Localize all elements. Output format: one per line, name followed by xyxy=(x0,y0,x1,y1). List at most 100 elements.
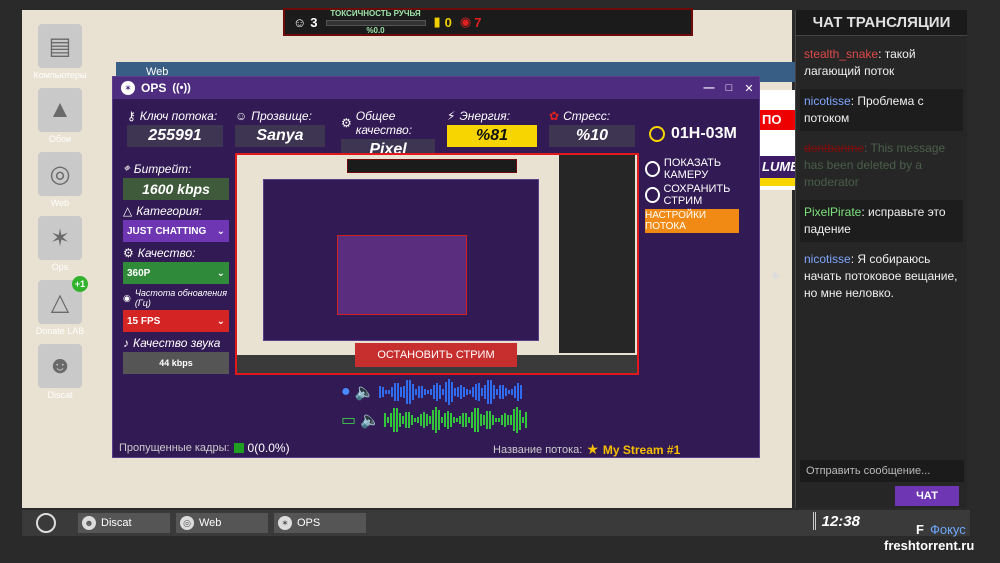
chat-nick[interactable]: nicotisse xyxy=(804,94,851,108)
video-quality-dropdown[interactable]: 360P ⌄ xyxy=(123,262,229,284)
chat-nick[interactable]: stealth_snake xyxy=(804,47,878,61)
chat-send-button[interactable]: ЧАТ xyxy=(895,486,959,506)
wave-bar xyxy=(507,415,510,425)
notification-badge: +1 xyxy=(72,276,88,292)
clock-divider-icon xyxy=(810,512,816,530)
stream-name: Название потока: ★ My Stream #1 xyxy=(493,441,680,458)
wave-bar xyxy=(387,416,390,424)
fps-dropdown[interactable]: 15 FPS ⌄ xyxy=(123,310,229,332)
preview-nested-hud xyxy=(347,159,517,173)
wave-bar xyxy=(390,386,393,398)
wallpaper-icon: ▲ xyxy=(38,88,82,132)
wave-bar xyxy=(453,416,456,424)
energy-label: Энергия: xyxy=(459,109,511,123)
save-stream-label: СОХРАНИТЬ СТРИМ xyxy=(663,183,731,207)
nickname-value: Sanya xyxy=(235,125,325,147)
wave-bar xyxy=(492,384,495,400)
save-stream-option[interactable]: СОХРАНИТЬ СТРИМ xyxy=(645,183,759,207)
taskbar: ☻ Discat ◎ Web ✶ OPS 12:38 xyxy=(22,510,970,536)
ops-title: OPS xyxy=(141,81,167,95)
monitor-icon: ▭ xyxy=(341,412,357,429)
chat-nick[interactable]: PixelPirate xyxy=(804,205,861,219)
bitrate-value: 1600 kbps xyxy=(123,178,229,200)
ops-titlebar[interactable]: ✶ OPS ((•)) — □ ✕ xyxy=(113,77,759,99)
stream-settings-button[interactable]: НАСТРОЙКИ ПОТОКА xyxy=(645,209,739,233)
wave-bar xyxy=(441,389,444,395)
wave-bar xyxy=(420,385,423,399)
desktop-icon-web[interactable]: ◎ Web xyxy=(32,148,88,210)
desktop-icon-computers[interactable]: ▤ Компьютеры xyxy=(32,20,88,82)
chat-nick[interactable]: nicotisse xyxy=(804,252,851,266)
desktop-icon-wallpaper[interactable]: ▲ Обои xyxy=(32,84,88,146)
wave-bar xyxy=(516,383,519,401)
chat-input-placeholder: Отправить сообщение... xyxy=(806,465,931,477)
dropped-frames-value: 0(0.0%) xyxy=(247,441,290,455)
wave-bar xyxy=(495,388,498,396)
wave-bar xyxy=(468,417,471,423)
attention-value: 7 xyxy=(474,14,482,30)
wave-bar xyxy=(396,407,399,433)
show-camera-radio[interactable] xyxy=(645,161,660,177)
show-camera-label: ПОКАЗАТЬ КАМЕРУ xyxy=(663,157,722,181)
focus-label: Фокус xyxy=(929,522,966,537)
stress-value: %10 xyxy=(549,125,635,147)
wave-bar xyxy=(429,415,432,425)
stream-name-label: Название потока: xyxy=(493,443,583,456)
taskbar-item-discat[interactable]: ☻ Discat xyxy=(78,513,170,533)
desktop-wave-bars xyxy=(384,407,528,433)
wave-bar xyxy=(492,414,495,426)
flask-icon: △ +1 xyxy=(38,276,88,324)
viewers-counter: ☺ 3 xyxy=(293,15,318,30)
wave-bar xyxy=(477,383,480,401)
preview-recursive-frame xyxy=(337,235,467,315)
wave-bar xyxy=(519,385,522,399)
wave-bar xyxy=(408,379,411,405)
wave-bar xyxy=(513,385,516,399)
wave-bar xyxy=(459,416,462,424)
chat-messages[interactable]: stealth_snake: такой лагающий поток nicot… xyxy=(796,36,967,306)
key-icon: ⚷ xyxy=(127,109,136,123)
stream-settings-label: НАСТРОЙКИ ПОТОКА xyxy=(645,210,707,232)
audio-text: 44 kbps xyxy=(159,358,193,368)
dropped-frames-label: Пропущенные кадры: xyxy=(119,442,230,454)
wave-bar xyxy=(489,411,492,429)
video-quality-value: 360P xyxy=(127,267,151,279)
save-stream-radio[interactable] xyxy=(645,187,660,203)
microphone-icon: ● xyxy=(341,383,351,400)
stop-stream-button[interactable]: ОСТАНОВИТЬ СТРИМ xyxy=(355,343,517,367)
close-button[interactable]: ✕ xyxy=(739,77,759,99)
wave-bar xyxy=(465,413,468,427)
desktop-icon-discat[interactable]: ☻ Discat xyxy=(32,340,88,402)
minimize-button[interactable]: — xyxy=(699,77,719,99)
chat-input[interactable]: Отправить сообщение... xyxy=(800,460,964,482)
chat-nick[interactable]: dontbanme xyxy=(804,141,864,155)
wave-bar xyxy=(462,386,465,398)
wave-bar xyxy=(477,408,480,432)
toxicity-label: ТОКСИЧНОСТЬ РУЧЬЯ xyxy=(330,9,421,18)
fps-label: Частота обновления (Гц) xyxy=(134,288,227,308)
taskbar-item-web[interactable]: ◎ Web xyxy=(176,513,268,533)
desktop-icon-donate-lab[interactable]: △ +1 Donate LAB xyxy=(32,276,88,338)
chat-message: dontbanme: This message has been deleted… xyxy=(800,136,963,195)
show-camera-option[interactable]: ПОКАЗАТЬ КАМЕРУ xyxy=(645,157,759,181)
focus-hint[interactable]: F Фокус xyxy=(916,522,966,537)
taskbar-item-ops[interactable]: ✶ OPS xyxy=(274,513,366,533)
brain-icon: ✿ xyxy=(549,109,560,123)
globe-icon: ◎ xyxy=(180,516,194,530)
ops-window: ✶ OPS ((•)) — □ ✕ ⚷ Ключ потока: 255991 ☺… xyxy=(112,76,760,458)
chat-message: nicotisse: Проблема с потоком xyxy=(800,89,963,131)
fps-value: 15 FPS xyxy=(127,315,161,327)
eye-icon: ◉ xyxy=(459,14,472,29)
wave-bar xyxy=(384,389,387,395)
wave-bar xyxy=(405,380,408,404)
ops-logo-icon: ✶ xyxy=(121,81,135,95)
wave-bar xyxy=(510,415,513,425)
wave-bar xyxy=(474,407,477,433)
desktop-icon-ops[interactable]: ✶ Ops xyxy=(32,212,88,274)
maximize-button[interactable]: □ xyxy=(719,77,739,99)
computer-icon: ▤ xyxy=(38,24,82,68)
category-dropdown[interactable]: JUST CHATTING ⌄ xyxy=(123,220,229,242)
start-button[interactable] xyxy=(36,513,56,533)
stream-hud: ☺ 3 ТОКСИЧНОСТЬ РУЧЬЯ %0.0 ▮ 0 ◉ 7 xyxy=(283,8,693,36)
stream-name-value[interactable]: My Stream #1 xyxy=(603,443,680,457)
